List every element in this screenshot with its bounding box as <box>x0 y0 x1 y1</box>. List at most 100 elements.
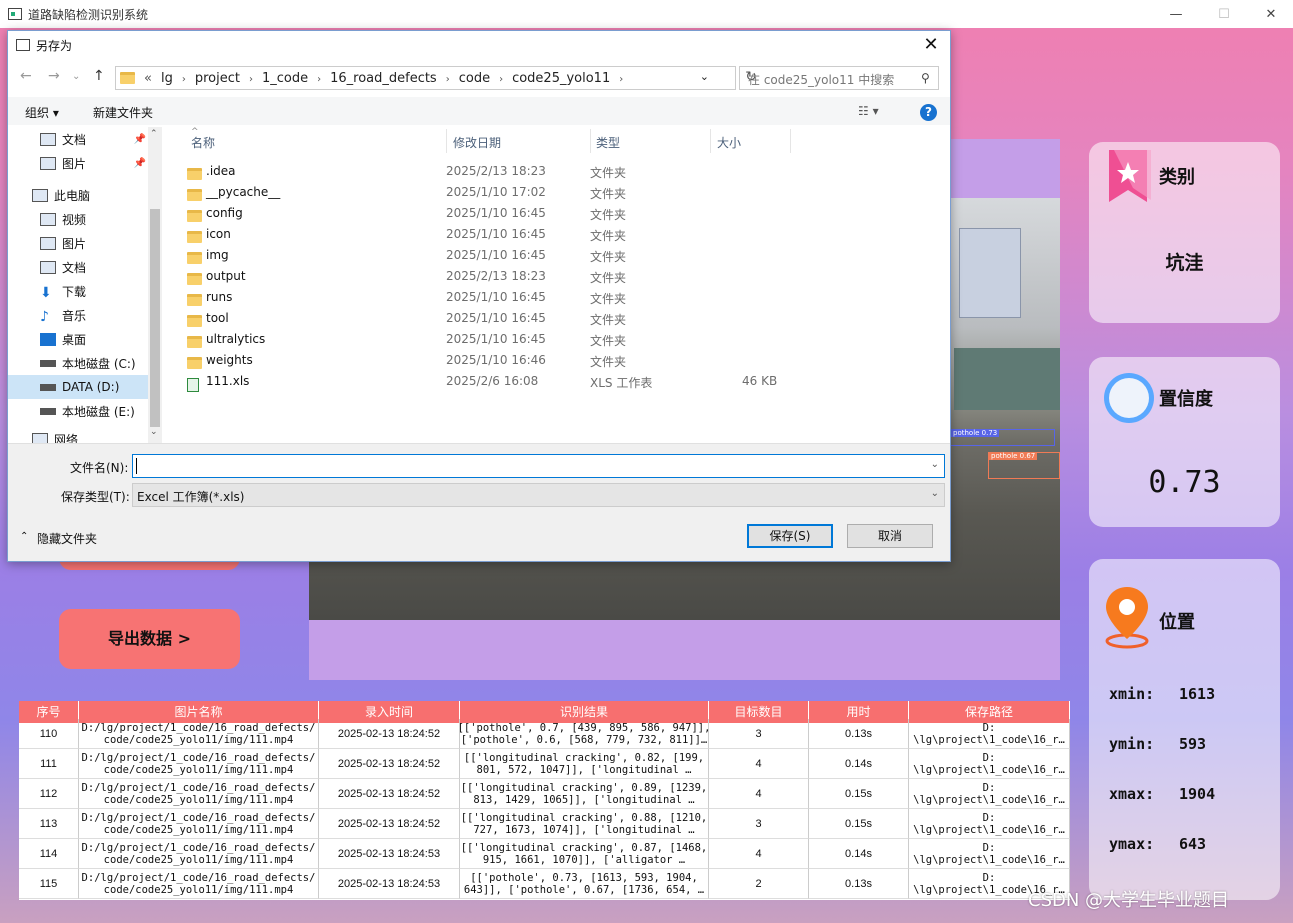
filetype-dropdown-icon[interactable]: ⌄ <box>931 488 939 499</box>
nav-item[interactable]: 文档 📌 <box>8 127 148 151</box>
file-row[interactable]: config 2025/1/10 16:45 文件夹 <box>171 203 791 224</box>
file-row[interactable]: tool 2025/1/10 16:45 文件夹 <box>171 308 791 329</box>
table-cell-name[interactable]: D:/lg/project/1_code/16_road_defects/ co… <box>79 809 319 839</box>
table-cell-elapsed[interactable]: 0.15s <box>809 809 909 839</box>
recent-chevron-icon[interactable]: ⌄ <box>72 71 80 82</box>
table-cell-id[interactable]: 111 <box>19 749 79 779</box>
table-cell-count[interactable]: 4 <box>709 779 809 809</box>
table-cell-time[interactable]: 2025-02-13 18:24:52 <box>319 719 460 749</box>
nav-item[interactable]: 本地磁盘 (E:) <box>8 399 148 423</box>
nav-scrollbar[interactable]: ⌃ ⌄ <box>148 127 162 443</box>
table-cell-id[interactable]: 113 <box>19 809 79 839</box>
table-cell-count[interactable]: 4 <box>709 749 809 779</box>
table-cell-path[interactable]: D: \lg\project\1_code\16_r… <box>909 809 1070 839</box>
table-cell-name[interactable]: D:/lg/project/1_code/16_road_defects/ co… <box>79 749 319 779</box>
file-row[interactable]: .idea 2025/2/13 18:23 文件夹 <box>171 161 791 182</box>
table-cell-elapsed[interactable]: 0.15s <box>809 779 909 809</box>
file-row[interactable]: runs 2025/1/10 16:45 文件夹 <box>171 287 791 308</box>
address-segment[interactable]: project <box>195 71 240 86</box>
table-cell-id[interactable]: 114 <box>19 839 79 869</box>
table-cell-time[interactable]: 2025-02-13 18:24:53 <box>319 839 460 869</box>
save-as-dialog[interactable]: 另存为 ✕ ← → ⌄ ↑ « lg › project › 1_code › 16_roa… <box>7 30 951 562</box>
table-cell-name[interactable]: D:/lg/project/1_code/16_road_defects/ co… <box>79 719 319 749</box>
view-options-icon[interactable]: ☷ ▾ <box>858 104 879 118</box>
col-name[interactable]: 名称 <box>191 134 215 151</box>
save-button[interactable]: 保存(S) <box>747 524 833 548</box>
up-arrow-icon[interactable]: ↑ <box>93 68 105 84</box>
help-icon[interactable]: ? <box>920 104 937 121</box>
forward-arrow-icon[interactable]: → <box>48 68 60 84</box>
nav-item[interactable]: 图片 <box>8 231 148 255</box>
file-row[interactable]: __pycache__ 2025/1/10 17:02 文件夹 <box>171 182 791 203</box>
breadcrumb-chevron-icon[interactable]: › <box>317 74 321 85</box>
table-cell-result[interactable]: [['longitudinal cracking', 0.89, [1239, … <box>460 779 709 809</box>
address-segments[interactable]: lg › project › 1_code › 16_road_defects › code › c… <box>152 71 623 86</box>
breadcrumb-chevron-icon[interactable]: › <box>619 74 623 85</box>
address-dropdown-icon[interactable]: ⌄ <box>700 70 709 83</box>
table-cell-time[interactable]: 2025-02-13 18:24:52 <box>319 749 460 779</box>
table-cell-path[interactable]: D: \lg\project\1_code\16_r… <box>909 779 1070 809</box>
file-row[interactable]: icon 2025/1/10 16:45 文件夹 <box>171 224 791 245</box>
address-bar[interactable]: « lg › project › 1_code › 16_road_defects › code… <box>115 66 757 90</box>
breadcrumb-chevron-icon[interactable]: › <box>182 74 186 85</box>
maximize-button[interactable]: ☐ <box>1201 0 1247 28</box>
file-row[interactable]: 111.xls 2025/2/6 16:08 XLS 工作表 46 KB <box>171 371 791 392</box>
back-arrow-icon[interactable]: ← <box>20 68 32 84</box>
file-row[interactable]: img 2025/1/10 16:45 文件夹 <box>171 245 791 266</box>
file-row[interactable]: output 2025/2/13 18:23 文件夹 <box>171 266 791 287</box>
results-table[interactable]: 序号 图片名称 录入时间 识别结果 目标数目 用时 保存路径 110 D:/lg/… <box>19 701 1070 900</box>
table-cell-count[interactable]: 4 <box>709 839 809 869</box>
table-cell-path[interactable]: D: \lg\project\1_code\16_r… <box>909 719 1070 749</box>
new-folder-button[interactable]: 新建文件夹 <box>93 104 153 121</box>
table-cell-path[interactable]: D: \lg\project\1_code\16_r… <box>909 839 1070 869</box>
table-cell-elapsed[interactable]: 0.14s <box>809 839 909 869</box>
nav-item[interactable]: ⬇ 下载 <box>8 279 148 303</box>
table-cell-name[interactable]: D:/lg/project/1_code/16_road_defects/ co… <box>79 869 319 899</box>
table-cell-count[interactable]: 3 <box>709 809 809 839</box>
table-cell-count[interactable]: 2 <box>709 869 809 899</box>
table-cell-count[interactable]: 3 <box>709 719 809 749</box>
nav-item[interactable]: 图片 📌 <box>8 151 148 175</box>
filename-dropdown-icon[interactable]: ⌄ <box>931 459 939 470</box>
table-cell-result[interactable]: [['pothole', 0.7, [439, 895, 586, 947]],… <box>460 719 709 749</box>
nav-item[interactable]: 此电脑 <box>8 183 148 207</box>
col-date[interactable]: 修改日期 <box>453 134 501 151</box>
minimize-button[interactable]: — <box>1153 0 1199 28</box>
address-segment[interactable]: 1_code <box>262 71 308 86</box>
dialog-close-button[interactable]: ✕ <box>916 33 946 57</box>
table-cell-result[interactable]: [['longitudinal cracking', 0.82, [199, 8… <box>460 749 709 779</box>
chevron-up-icon[interactable]: ⌃ <box>20 531 28 542</box>
table-cell-id[interactable]: 115 <box>19 869 79 899</box>
table-cell-path[interactable]: D: \lg\project\1_code\16_r… <box>909 749 1070 779</box>
table-cell-id[interactable]: 112 <box>19 779 79 809</box>
nav-item[interactable]: 文档 <box>8 255 148 279</box>
filename-input[interactable]: ⌄ <box>132 454 945 478</box>
pin-icon[interactable]: 📌 <box>134 158 146 169</box>
nav-item[interactable]: 本地磁盘 (C:) <box>8 351 148 375</box>
table-cell-time[interactable]: 2025-02-13 18:24:52 <box>319 809 460 839</box>
export-data-button[interactable]: 导出数据 > <box>59 609 240 669</box>
close-button[interactable]: ✕ <box>1248 0 1293 28</box>
table-cell-result[interactable]: [['longitudinal cracking', 0.87, [1468, … <box>460 839 709 869</box>
hide-folders-toggle[interactable]: 隐藏文件夹 <box>37 530 97 547</box>
nav-item[interactable]: ♪ 音乐 <box>8 303 148 327</box>
col-size[interactable]: 大小 <box>717 134 741 151</box>
table-cell-result[interactable]: [['pothole', 0.73, [1613, 593, 1904, 643… <box>460 869 709 899</box>
address-segment[interactable]: 16_road_defects <box>330 71 437 86</box>
nav-item[interactable]: 桌面 <box>8 327 148 351</box>
pin-icon[interactable]: 📌 <box>134 134 146 145</box>
table-cell-elapsed[interactable]: 0.14s <box>809 749 909 779</box>
table-cell-name[interactable]: D:/lg/project/1_code/16_road_defects/ co… <box>79 779 319 809</box>
col-type[interactable]: 类型 <box>596 134 620 151</box>
table-cell-time[interactable]: 2025-02-13 18:24:53 <box>319 869 460 899</box>
navigation-pane[interactable]: 文档 📌 图片 📌 此电脑 视频 图片 文档 ⬇ 下载 ♪ 音乐 桌面 本地磁盘 (C:) DATA (D:… <box>8 127 162 443</box>
breadcrumb-chevron-icon[interactable]: › <box>446 74 450 85</box>
filetype-select[interactable]: Excel 工作簿(*.xls) ⌄ <box>132 483 945 507</box>
address-segment[interactable]: code <box>459 71 490 86</box>
table-cell-elapsed[interactable]: 0.13s <box>809 869 909 899</box>
organize-button[interactable]: 组织 ▾ <box>25 104 59 121</box>
search-input[interactable]: 在 code25_yolo11 中搜索 <box>739 66 939 90</box>
nav-item[interactable]: DATA (D:) <box>8 375 148 399</box>
breadcrumb-chevron-icon[interactable]: › <box>249 74 253 85</box>
table-cell-name[interactable]: D:/lg/project/1_code/16_road_defects/ co… <box>79 839 319 869</box>
